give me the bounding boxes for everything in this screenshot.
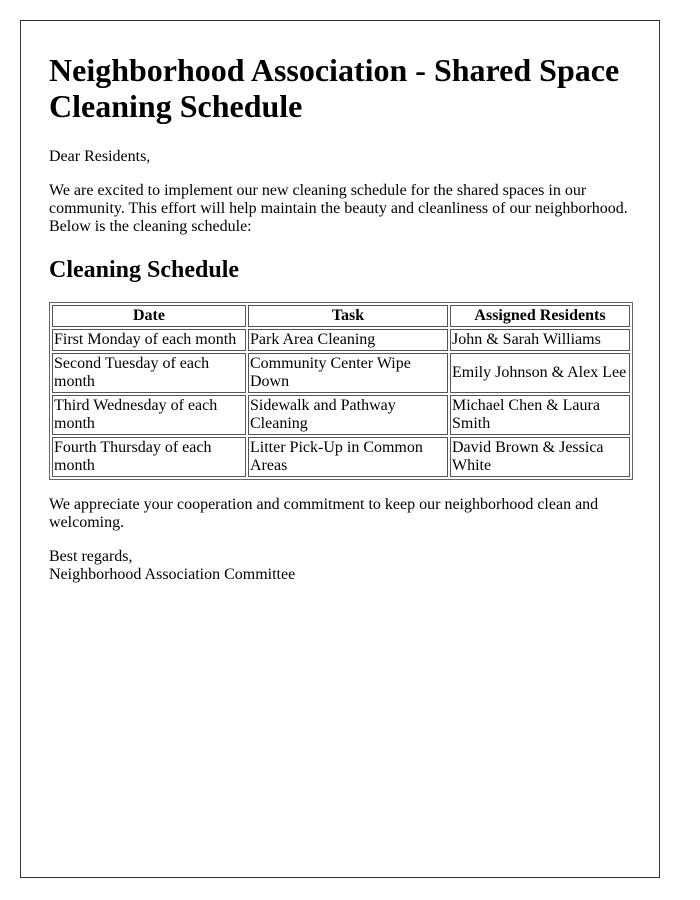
- task-cell: Park Area Cleaning: [248, 329, 448, 351]
- task-cell: Litter Pick-Up in Common Areas: [248, 437, 448, 477]
- table-row: First Monday of each month Park Area Cle…: [52, 329, 630, 351]
- residents-cell: Emily Johnson & Alex Lee: [450, 353, 630, 393]
- signature: Neighborhood Association Committee: [49, 566, 296, 583]
- schedule-table: Date Task Assigned Residents First Monda…: [49, 302, 633, 480]
- task-cell: Sidewalk and Pathway Cleaning: [248, 395, 448, 435]
- closing-paragraph: We appreciate your cooperation and commi…: [49, 496, 599, 531]
- table-row: Fourth Thursday of each month Litter Pic…: [52, 437, 630, 477]
- residents-cell: David Brown & Jessica White: [450, 437, 630, 477]
- date-cell: Third Wednesday of each month: [52, 395, 246, 435]
- residents-cell: John & Sarah Williams: [450, 329, 630, 351]
- table-row: Third Wednesday of each month Sidewalk a…: [52, 395, 630, 435]
- column-header-assigned-residents: Assigned Residents: [450, 305, 630, 327]
- section-heading: Cleaning Schedule: [49, 257, 240, 283]
- date-cell: First Monday of each month: [52, 329, 246, 351]
- date-cell: Fourth Thursday of each month: [52, 437, 246, 477]
- date-cell: Second Tuesday of each month: [52, 353, 246, 393]
- column-header-date: Date: [52, 305, 246, 327]
- page-title: Neighborhood Association - Shared Space …: [49, 52, 620, 124]
- intro-paragraph: We are excited to implement our new clea…: [49, 182, 628, 235]
- task-cell: Community Center Wipe Down: [248, 353, 448, 393]
- letter-page: Neighborhood Association - Shared Space …: [20, 20, 660, 878]
- table-row: Second Tuesday of each month Community C…: [52, 353, 630, 393]
- greeting: Dear Residents,: [49, 148, 151, 165]
- table-header-row: Date Task Assigned Residents: [52, 305, 630, 327]
- column-header-task: Task: [248, 305, 448, 327]
- signoff: Best regards,: [49, 548, 133, 565]
- residents-cell: Michael Chen & Laura Smith: [450, 395, 630, 435]
